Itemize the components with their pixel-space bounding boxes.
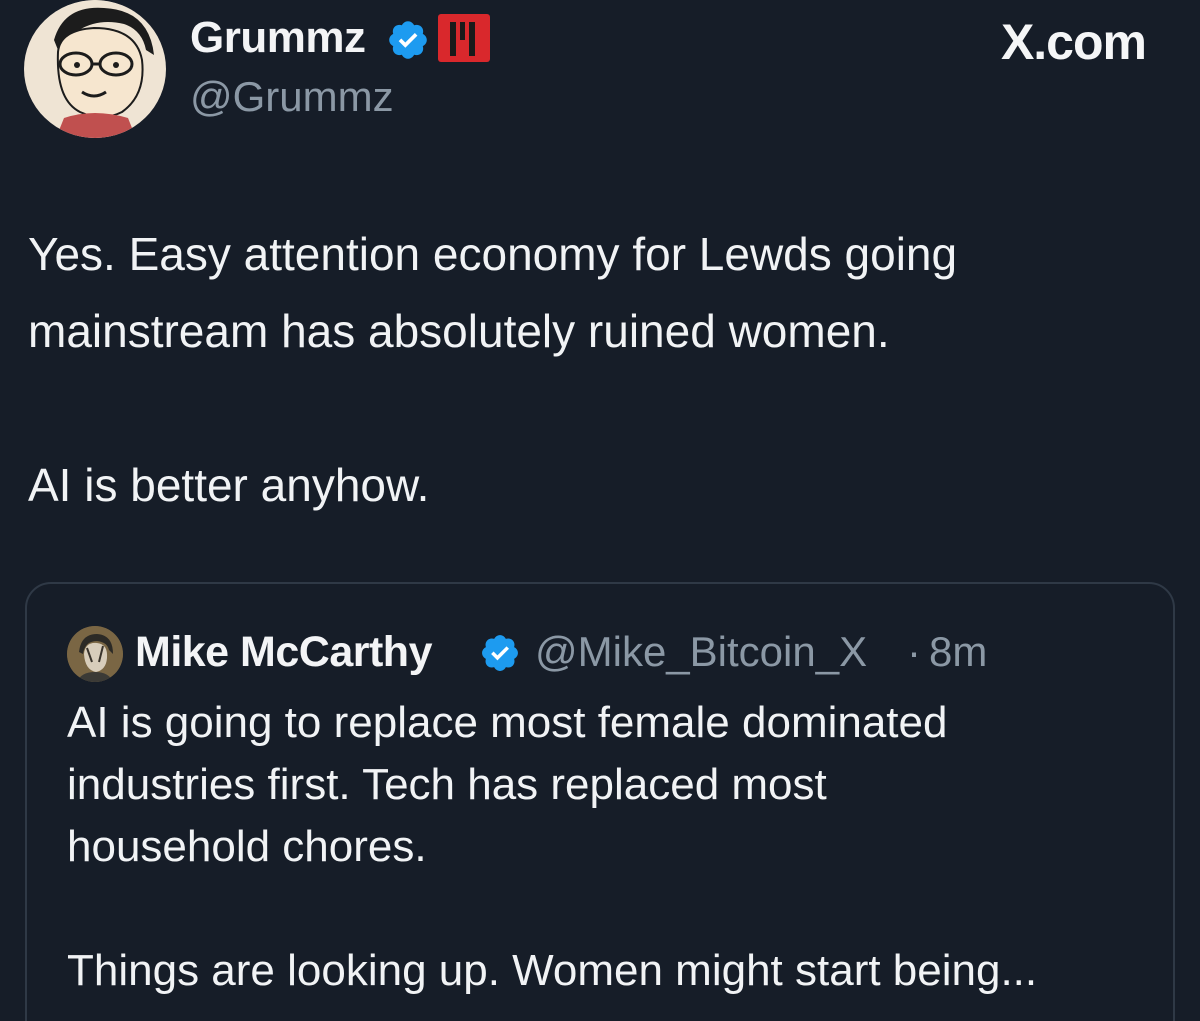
tweet-line: Yes. Easy attention economy for Lewds go… [28, 228, 958, 280]
quoted-tweet-card[interactable]: Mike McCarthy @Mike_Bitcoin_X · 8m AI is… [25, 582, 1175, 1021]
anime-character-avatar-icon [67, 626, 123, 682]
quoted-tweet-line: Things are looking up. Women might start… [67, 946, 1038, 995]
author-display-name[interactable]: Grummz [190, 12, 366, 64]
tweet-text: Yes. Easy attention economy for Lewds go… [28, 216, 1168, 524]
quoted-author-avatar[interactable] [67, 626, 123, 682]
quoted-author-handle[interactable]: @Mike_Bitcoin_X [535, 626, 867, 678]
quoted-tweet-timestamp[interactable]: 8m [929, 626, 987, 678]
cartoon-face-avatar-icon [26, 0, 164, 138]
separator-dot: · [907, 628, 921, 675]
tweet-line: AI is better anyhow. [28, 459, 430, 511]
verified-badge-icon [482, 635, 518, 671]
quoted-tweet-line: industries first. Tech has replaced most [67, 760, 827, 809]
tweet-screenshot: Grummz @Grummz X.com Yes. Easy attention… [0, 0, 1200, 1021]
tweet-line: mainstream has absolutely ruined women. [28, 305, 890, 357]
affiliate-badge-icon [438, 14, 490, 62]
verified-badge-icon [389, 21, 427, 59]
source-label: X.com [1000, 14, 1147, 70]
quoted-tweet-text: AI is going to replace most female domin… [67, 692, 1147, 1002]
author-avatar[interactable] [24, 0, 166, 138]
author-handle[interactable]: @Grummz [190, 72, 394, 122]
quoted-tweet-line: AI is going to replace most female domin… [67, 698, 948, 747]
quoted-author-display-name[interactable]: Mike McCarthy [135, 626, 432, 678]
quoted-tweet-line: household chores. [67, 822, 427, 871]
